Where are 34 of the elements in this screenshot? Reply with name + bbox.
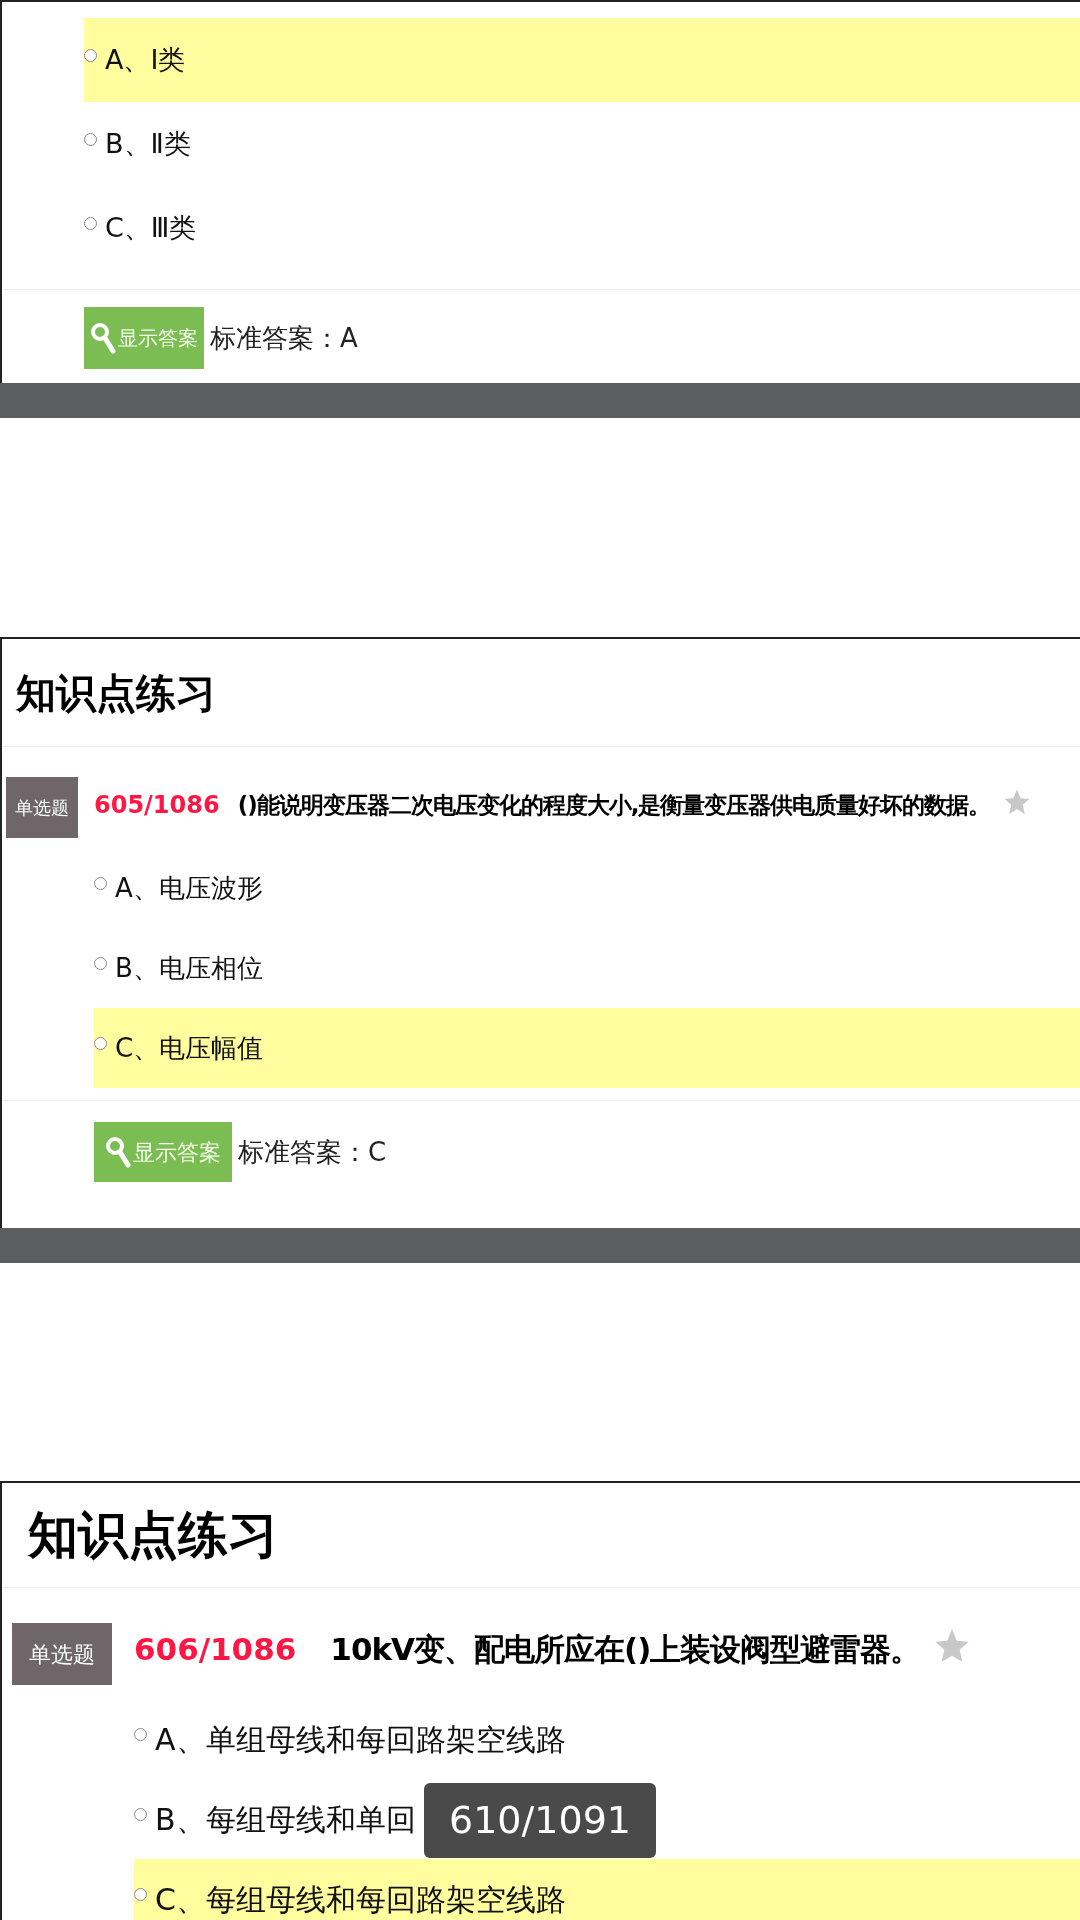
radio-button[interactable]	[134, 1727, 147, 1741]
option-text: B、Ⅱ类	[105, 126, 191, 161]
question-number: 606/1086	[134, 1630, 297, 1669]
standard-answer: 标准答案：C	[238, 1135, 387, 1169]
page-counter: 610/1091	[424, 1783, 656, 1858]
question-text: ()能说明变压器二次电压变化的程度大小,是衡量变压器供电质量好坏的数据。	[237, 790, 991, 820]
option-text: C、电压幅值	[115, 1031, 264, 1065]
option-text: A、Ⅰ类	[105, 42, 186, 77]
radio-button[interactable]	[94, 876, 107, 890]
option-text: B、电压相位	[115, 951, 263, 985]
section-title: 知识点练习	[16, 668, 216, 718]
option-text: C、Ⅲ类	[105, 210, 197, 245]
radio-button[interactable]	[84, 132, 97, 146]
radio-button[interactable]	[84, 216, 97, 230]
question-text: 10kV变、配电所应在()上装设阀型避雷器。	[330, 1630, 921, 1669]
radio-button[interactable]	[94, 956, 107, 970]
question-number: 605/1086	[94, 790, 220, 821]
radio-button[interactable]	[94, 1036, 107, 1050]
answer-option[interactable]: C、每组母线和每回路架空线路	[134, 1859, 1080, 1920]
answer-option[interactable]: C、电压幅值	[94, 1008, 1080, 1088]
question-type-tag: 单选题	[12, 1623, 112, 1685]
radio-button[interactable]	[134, 1807, 147, 1821]
radio-button[interactable]	[134, 1887, 147, 1901]
radio-button[interactable]	[84, 48, 97, 62]
option-text: A、电压波形	[115, 871, 263, 905]
section-title: 知识点练习	[28, 1504, 278, 1566]
magnifier-icon	[105, 1135, 131, 1169]
standard-answer: 标准答案：A	[210, 321, 358, 355]
magnifier-icon	[90, 321, 116, 355]
question-type-tag: 单选题	[6, 777, 78, 838]
option-text: C、每组母线和每回路架空线路	[155, 1880, 566, 1919]
option-text: B、每组母线和单回	[155, 1800, 416, 1839]
answer-option[interactable]: A、Ⅰ类	[84, 18, 1080, 102]
option-text: A、单组母线和每回路架空线路	[155, 1720, 566, 1759]
